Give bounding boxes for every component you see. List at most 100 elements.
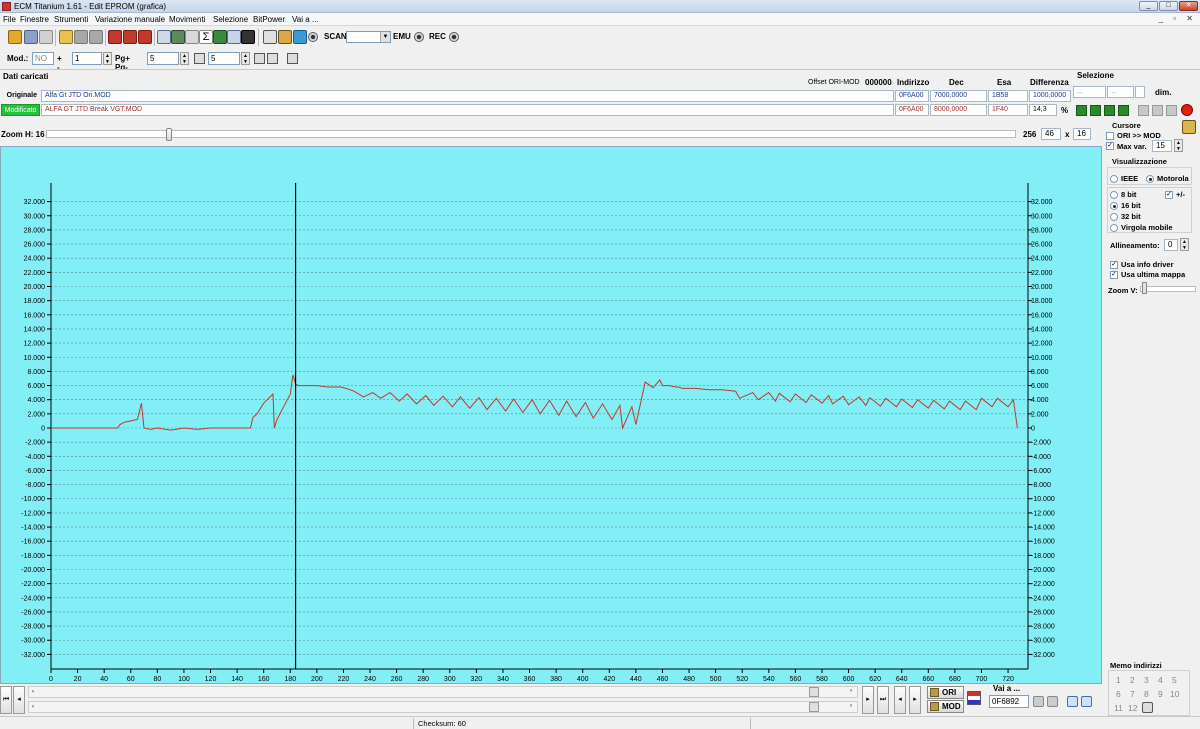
- t-icon[interactable]: [194, 53, 205, 64]
- selection-to-field[interactable]: ...: [1107, 86, 1134, 98]
- next-page-button[interactable]: ▸: [862, 686, 874, 714]
- chart-area[interactable]: 32.000 32.000 30.000 30.000 28.000 28.000 26.0…: [0, 146, 1102, 684]
- close-button[interactable]: ✕: [1179, 1, 1198, 11]
- grid-icon[interactable]: [254, 53, 265, 64]
- memo-address-11[interactable]: 11: [1114, 703, 1123, 713]
- view-icon[interactable]: [287, 53, 298, 64]
- print-icon[interactable]: [157, 30, 171, 44]
- memo-address-3[interactable]: 3: [1144, 675, 1149, 685]
- modified-hscroll-thumb[interactable]: [809, 702, 819, 712]
- paste-special-icon[interactable]: [1166, 105, 1177, 116]
- memo-address-2[interactable]: 2: [1130, 675, 1135, 685]
- memo-address-10[interactable]: 10: [1170, 689, 1179, 699]
- record-icon[interactable]: [308, 32, 318, 42]
- paste-icon[interactable]: [1152, 105, 1163, 116]
- zoom-v-slider[interactable]: [1140, 286, 1196, 292]
- maximize-button[interactable]: □: [1159, 1, 1178, 11]
- page-field[interactable]: 5: [147, 52, 179, 65]
- flag-icon[interactable]: [967, 691, 981, 705]
- memo-address-6[interactable]: 6: [1116, 689, 1121, 699]
- menu-variazione-manuale[interactable]: Variazione manuale: [92, 14, 168, 25]
- step-field[interactable]: 1: [72, 52, 102, 65]
- bit8-radio[interactable]: [1110, 191, 1118, 199]
- home-icon[interactable]: [8, 30, 22, 44]
- jump-forward-icon[interactable]: [1081, 696, 1092, 707]
- bit16-radio[interactable]: [1110, 202, 1118, 210]
- selection-end-icon[interactable]: [1090, 105, 1101, 116]
- signed-checkbox[interactable]: ✓: [1165, 191, 1173, 199]
- ori-mod-checkbox[interactable]: [1106, 132, 1114, 140]
- scroll-right-arrow[interactable]: ›: [850, 688, 852, 694]
- virgola-radio[interactable]: [1110, 224, 1118, 232]
- tools-icon[interactable]: [263, 30, 277, 44]
- memo-address-8[interactable]: 8: [1144, 689, 1149, 699]
- ori-button[interactable]: ORI: [927, 686, 964, 699]
- table-icon[interactable]: [138, 30, 152, 44]
- step-spinner[interactable]: ▲ ▼: [103, 52, 112, 65]
- jump-back-icon[interactable]: [1067, 696, 1078, 707]
- hex-icon[interactable]: [267, 53, 278, 64]
- calculator-icon[interactable]: [171, 30, 185, 44]
- zoom-h-slider-thumb[interactable]: [166, 128, 172, 141]
- allineamento-spinner[interactable]: ▲ ▼: [1180, 238, 1189, 251]
- first-page-button[interactable]: ⏮: [0, 686, 12, 714]
- selection-start-icon[interactable]: [1076, 105, 1087, 116]
- chevron-down-icon[interactable]: ▼: [380, 32, 390, 42]
- checksum-icon[interactable]: [185, 30, 199, 44]
- binoculars-icon[interactable]: [241, 30, 255, 44]
- vai-a-field[interactable]: 0F6892: [989, 695, 1029, 708]
- minimize-button[interactable]: _: [1139, 1, 1158, 11]
- chart-icon[interactable]: [227, 30, 241, 44]
- memo-address-7[interactable]: 7: [1130, 689, 1135, 699]
- zoom-v-slider-thumb[interactable]: [1142, 282, 1147, 294]
- last-page-button[interactable]: ⏭: [877, 686, 889, 714]
- allineamento-field[interactable]: 0: [1164, 239, 1178, 251]
- edit-map-icon[interactable]: [108, 30, 122, 44]
- next-marker-button[interactable]: ▸: [909, 686, 921, 714]
- zoom-height-field[interactable]: 16: [1073, 128, 1091, 140]
- compare-icon[interactable]: [123, 30, 137, 44]
- prev-marker-button[interactable]: ◂: [894, 686, 906, 714]
- memo-address-4[interactable]: 4: [1158, 675, 1163, 685]
- emu-icon[interactable]: [414, 32, 424, 42]
- page-spinner[interactable]: ▲ ▼: [180, 52, 189, 65]
- motorola-radio[interactable]: [1146, 175, 1154, 183]
- lock-icon[interactable]: [1182, 120, 1196, 134]
- memo-address-9[interactable]: 9: [1158, 689, 1163, 699]
- save-as-icon[interactable]: [89, 30, 103, 44]
- rec-icon[interactable]: [449, 32, 459, 42]
- menu-finestre[interactable]: Finestre: [17, 14, 52, 25]
- selection-apply-icon[interactable]: [1118, 105, 1129, 116]
- usa-ultima-checkbox[interactable]: ✓: [1110, 271, 1118, 279]
- max-var-spinner[interactable]: ▲ ▼: [1174, 139, 1183, 152]
- ieee-radio[interactable]: [1110, 175, 1118, 183]
- memo-address-12[interactable]: 12: [1128, 703, 1137, 713]
- user-icon[interactable]: [293, 30, 307, 44]
- sum-icon[interactable]: Σ: [199, 30, 213, 44]
- memo-address-5[interactable]: 5: [1172, 675, 1177, 685]
- selection-from-field[interactable]: ...: [1073, 86, 1106, 98]
- selection-save-icon[interactable]: [1104, 105, 1115, 116]
- zoom-width-field[interactable]: 46: [1041, 128, 1061, 140]
- graph-icon[interactable]: [213, 30, 227, 44]
- lock-icon[interactable]: [278, 30, 292, 44]
- copy-icon[interactable]: [1138, 105, 1149, 116]
- menu-strumenti[interactable]: Strumenti: [51, 14, 91, 25]
- original-hscroll-thumb[interactable]: [809, 687, 819, 697]
- zoom-h-slider[interactable]: [46, 130, 1016, 138]
- goto-icon[interactable]: [1033, 696, 1044, 707]
- memo-save-icon[interactable]: [1142, 702, 1153, 713]
- usa-info-checkbox[interactable]: ✓: [1110, 261, 1118, 269]
- memo-address-1[interactable]: 1: [1116, 675, 1121, 685]
- prev-page-button[interactable]: ◂: [13, 686, 25, 714]
- menu-vai-a[interactable]: Vai a ...: [289, 14, 322, 25]
- modified-hscroll[interactable]: ‹: [28, 701, 858, 713]
- document-icon[interactable]: [39, 30, 53, 44]
- t-field[interactable]: 5: [208, 52, 240, 65]
- windows-icon[interactable]: [24, 30, 38, 44]
- goto-mark-icon[interactable]: [1047, 696, 1058, 707]
- save-icon[interactable]: [74, 30, 88, 44]
- scroll-right-arrow[interactable]: ›: [850, 703, 852, 709]
- scan-dropdown[interactable]: ▼: [346, 31, 391, 43]
- undo-icon[interactable]: [1181, 104, 1193, 116]
